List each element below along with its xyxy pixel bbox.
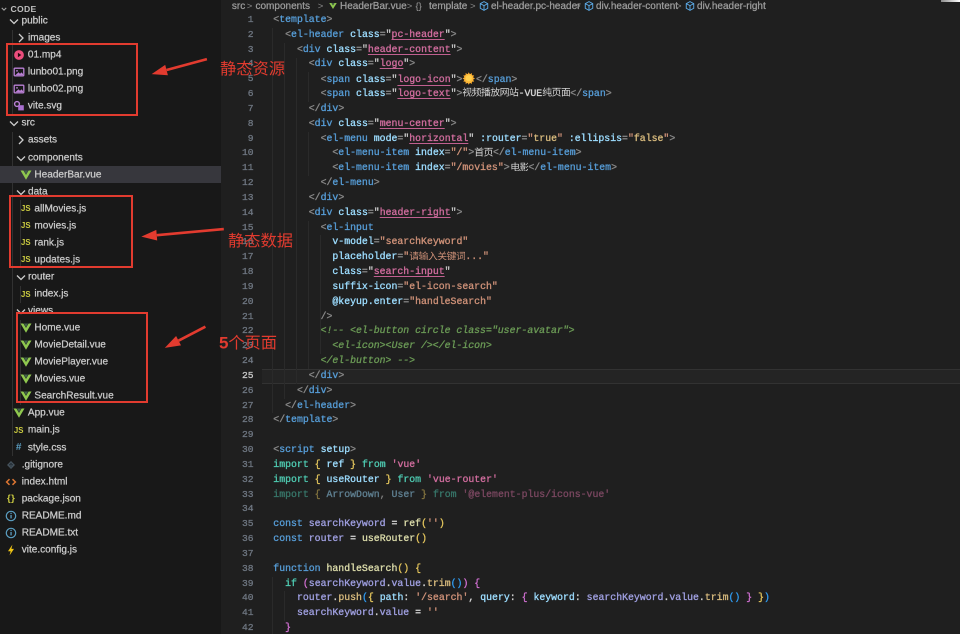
svg-text:5: 5 (219, 333, 228, 352)
